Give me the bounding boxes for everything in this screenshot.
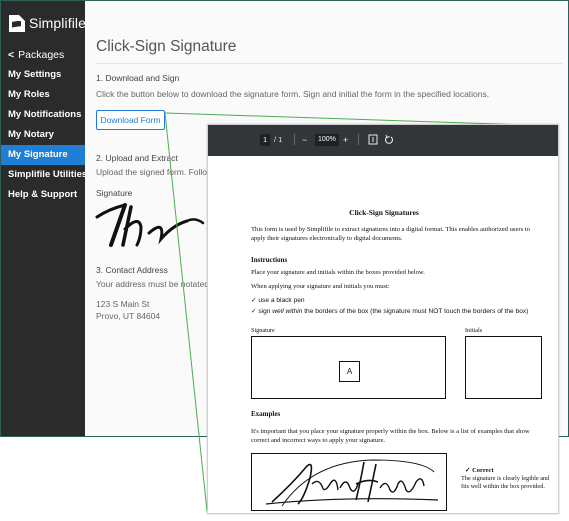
signature-drawing — [95, 203, 205, 247]
sidebar-item-my-notifications[interactable]: My Notifications — [1, 105, 85, 125]
brand-name: Simplifile — [29, 15, 87, 31]
toolbar-divider — [358, 134, 359, 145]
doc-rule1: ✓ use a black pen — [251, 297, 305, 304]
sidebar-nav: < Packages My Settings My Roles My Notifi… — [1, 45, 87, 205]
simplifile-logo[interactable]: Simplifile — [9, 13, 86, 33]
initials-box — [465, 336, 542, 399]
page-title: Click-Sign Signature — [96, 38, 237, 55]
doc-instructions-text: Place your signature and initials within… — [251, 269, 425, 276]
john-hancock-signature — [265, 459, 439, 507]
title-divider — [96, 63, 562, 64]
page-number-input[interactable]: 1 — [260, 134, 271, 146]
doc-rule2-suffix: the borders of the box (the signature mu… — [302, 308, 529, 315]
extracted-signature-image — [95, 199, 210, 254]
doc-initials-label: Initials — [465, 327, 483, 334]
simplifile-logo-icon — [9, 14, 25, 32]
pdf-page: Click-Sign Signatures This form is used … — [208, 156, 558, 513]
pdf-toolbar: 1 / 1 − 100% + — [208, 125, 558, 156]
rotate-icon[interactable] — [384, 134, 394, 146]
step3-text: Your address must be notated in y — [96, 279, 225, 289]
doc-examples-heading: Examples — [251, 410, 281, 418]
fit-page-icon[interactable] — [368, 134, 378, 146]
address-line1: 123 S Main St — [96, 299, 150, 309]
sidebar-item-help-support[interactable]: Help & Support — [1, 185, 85, 205]
correct-example-title: ✓ Correct — [465, 467, 494, 474]
doc-title: Click-Sign Signatures — [349, 208, 419, 217]
sidebar-item-my-roles[interactable]: My Roles — [1, 85, 85, 105]
correct-example-text: The signature is clearly legible and fit… — [461, 475, 550, 490]
address-line2: Provo, UT 84604 — [96, 311, 161, 321]
step1-title: 1. Download and Sign — [96, 73, 180, 83]
signature-label: Signature — [96, 188, 133, 198]
doc-rule2: ✓ sign well within the borders of the bo… — [251, 308, 546, 317]
step1-text: Click the button below to download the s… — [96, 89, 490, 99]
doc-rule2-emphasis: well within — [272, 308, 303, 315]
chevron-left-icon: < — [8, 49, 15, 61]
sidebar: Simplifile < Packages My Settings My Role… — [1, 1, 87, 436]
pdf-viewer: 1 / 1 − 100% + Click-Sign Signatures Thi… — [207, 124, 559, 514]
sidebar-back-label: Packages — [18, 49, 65, 61]
step2-title: 2. Upload and Extract — [96, 153, 178, 163]
zoom-out-button[interactable]: − — [302, 134, 307, 146]
zoom-in-button[interactable]: + — [343, 134, 348, 146]
doc-instructions-heading: Instructions — [251, 256, 288, 264]
toolbar-divider — [294, 134, 295, 145]
doc-intro: This form is used by Simplifile to extra… — [251, 226, 530, 242]
alignment-marker: A — [339, 361, 360, 382]
zoom-level-input[interactable]: 100% — [315, 134, 339, 146]
doc-rule2-prefix: ✓ sign — [251, 308, 273, 315]
download-form-button[interactable]: Download Form — [96, 110, 165, 130]
sidebar-back-packages[interactable]: < Packages — [1, 45, 85, 65]
example-correct-signature-box — [251, 453, 447, 511]
doc-when-applying: When applying your signature and initial… — [251, 283, 390, 290]
doc-signature-label: Signature — [251, 327, 275, 334]
sidebar-item-my-notary[interactable]: My Notary — [1, 125, 85, 145]
step3-title: 3. Contact Address — [96, 265, 168, 275]
sidebar-item-simplifile-utilities[interactable]: Simplifile Utilities — [1, 165, 87, 185]
sidebar-item-my-signature[interactable]: My Signature — [1, 145, 85, 165]
page-total: / 1 — [274, 135, 283, 144]
doc-examples-text: It's important that you place your signa… — [251, 428, 530, 444]
sidebar-item-my-settings[interactable]: My Settings — [1, 65, 85, 85]
